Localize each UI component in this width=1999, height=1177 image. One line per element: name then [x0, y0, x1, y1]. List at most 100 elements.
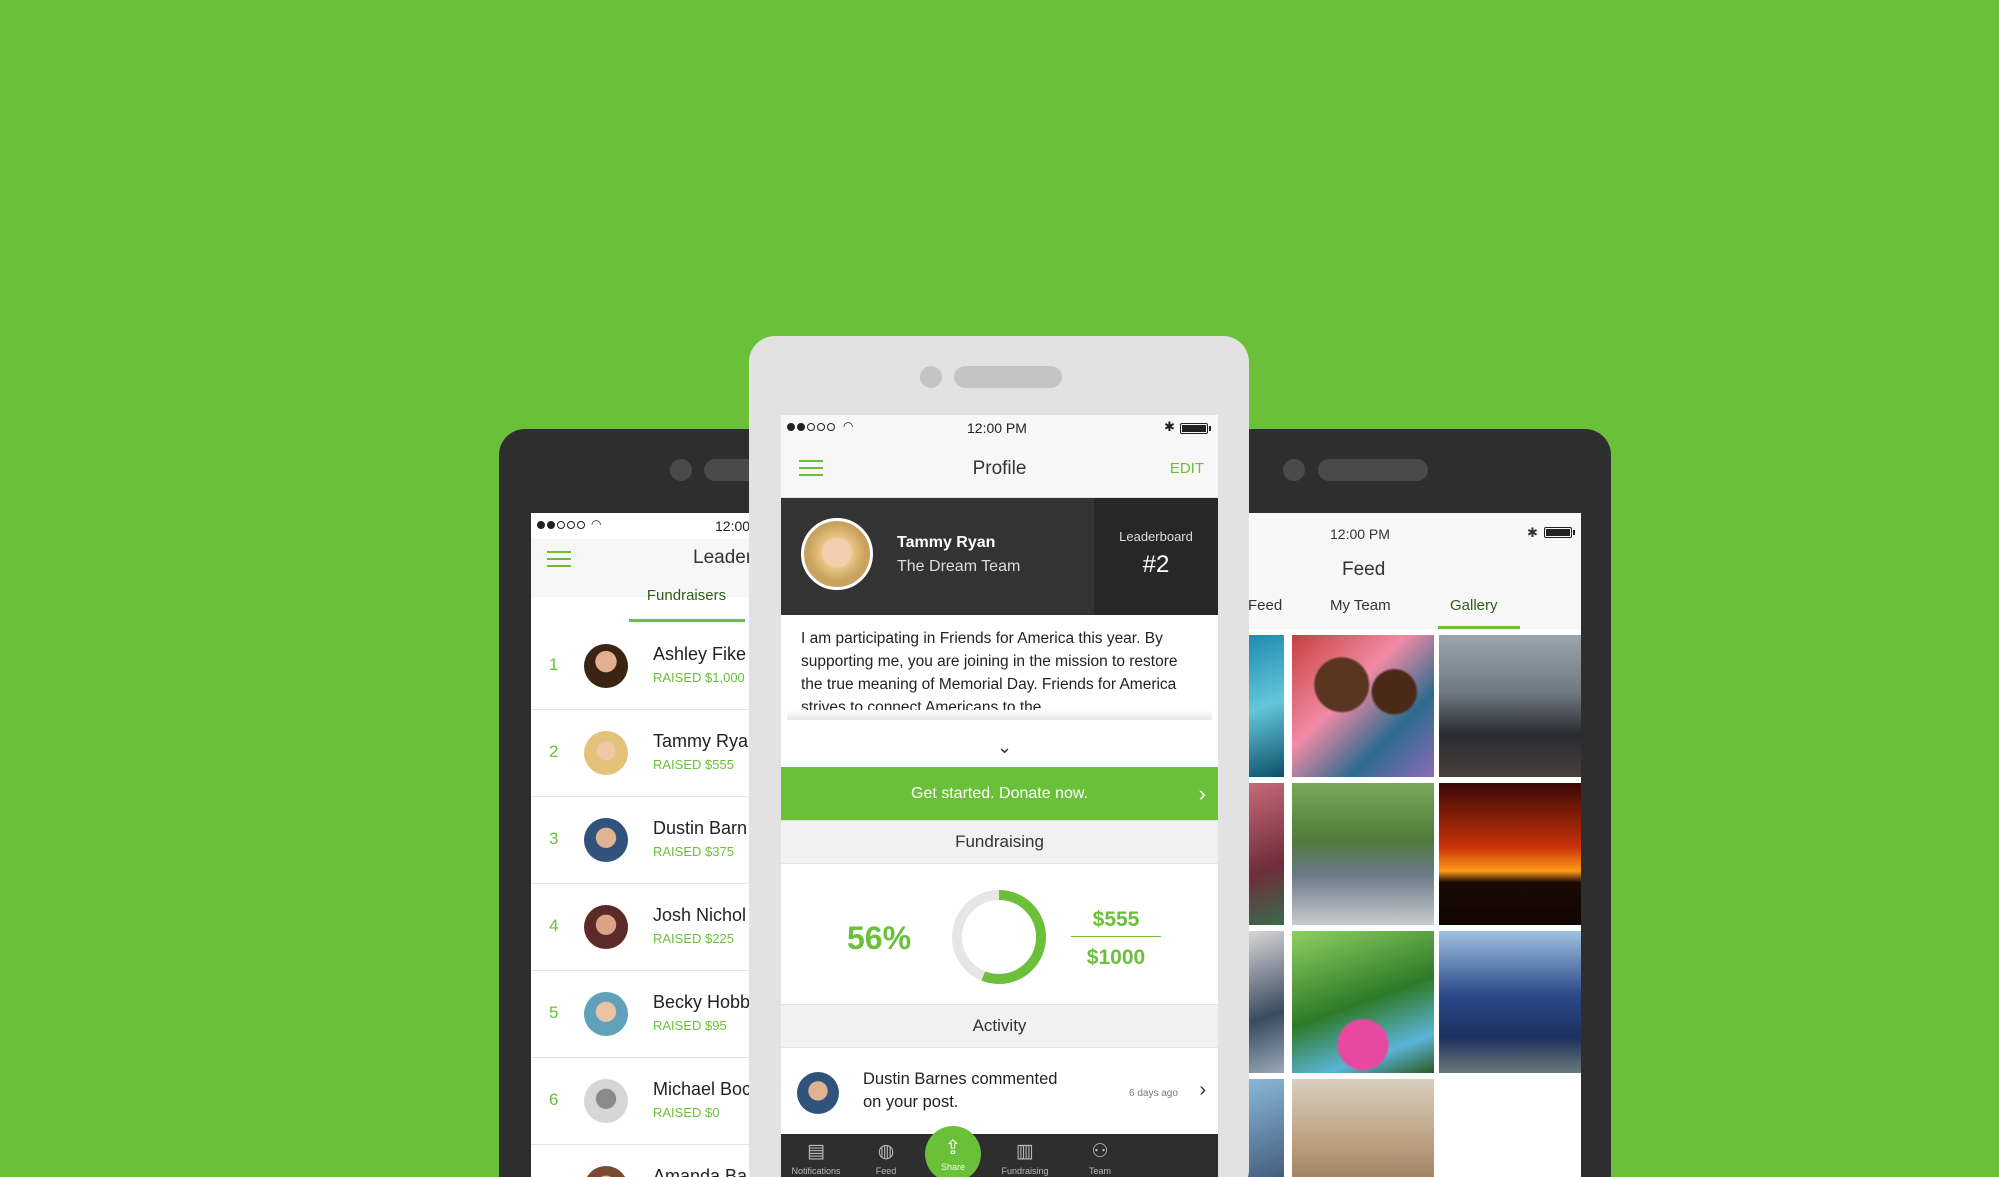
battery-icon [1180, 423, 1211, 434]
speaker [954, 366, 1062, 388]
menu-icon[interactable] [547, 551, 571, 569]
tab-label: Fundraising [1001, 1166, 1049, 1176]
rank: 5 [549, 1003, 559, 1022]
wifi-icon: ◠ [843, 419, 854, 433]
speaker [1318, 459, 1428, 481]
bluetooth-icon: ✱ [1527, 525, 1538, 540]
raised-amount: RAISED $375 [653, 844, 734, 859]
fundraiser-name: Josh Nichol [653, 905, 747, 925]
donate-button[interactable]: Get started. Donate now. › [781, 767, 1218, 820]
rank: 6 [549, 1090, 559, 1109]
tab-team[interactable]: ⚇ Team [1065, 1141, 1135, 1177]
rank: 2 [549, 742, 559, 761]
status-time: 12:00 PM [1330, 526, 1390, 542]
chevron-down-icon[interactable]: ⌄ [997, 737, 1012, 758]
avatar [584, 992, 628, 1036]
gallery-photo[interactable] [1292, 1079, 1434, 1177]
progress-percent: 56% [847, 920, 912, 956]
avatar [584, 644, 628, 688]
tab-gallery[interactable]: Gallery [1450, 597, 1498, 614]
tab-label: Feed [875, 1166, 897, 1176]
profile-name: Tammy Ryan [897, 534, 996, 551]
gallery-photo[interactable] [1246, 1079, 1284, 1177]
goal-amount: $1000 [1086, 946, 1146, 969]
fundraiser-name: Ashley Fike [653, 644, 747, 664]
profile-team[interactable]: The Dream Team [897, 558, 1020, 576]
gallery-photo[interactable] [1246, 931, 1284, 1073]
rank: 1 [549, 655, 559, 674]
signal-icon [537, 521, 585, 529]
gallery-photo[interactable] [1292, 783, 1434, 925]
page-title: Feed [1342, 559, 1386, 580]
tab-bar: ▤ Notifications ◍ Feed ⇪ Share ▥ Fundrai… [781, 1126, 1218, 1177]
raised-amount: RAISED $225 [653, 931, 734, 946]
rank: 4 [549, 916, 559, 935]
camera [920, 366, 942, 388]
profile-header: Tammy Ryan The Dream Team Leaderboard #2 [781, 498, 1218, 615]
chevron-right-icon: › [1198, 781, 1206, 806]
gallery-photo[interactable] [1439, 931, 1581, 1073]
fundraiser-name: Dustin Barn [653, 818, 748, 838]
leaderboard-label: Leaderboard [1119, 529, 1193, 544]
rank: 3 [549, 829, 559, 848]
tab-feed[interactable]: ◍ Feed [851, 1141, 921, 1177]
tab-label: Team [1088, 1166, 1111, 1176]
raised-amount: RAISED $0 [653, 1105, 720, 1120]
avatar [584, 818, 628, 862]
avatar [584, 1166, 628, 1177]
wifi-icon: ◠ [591, 517, 602, 531]
gallery-photo[interactable] [1292, 635, 1434, 777]
globe-icon: ◍ [877, 1141, 895, 1162]
tab-label: Share [940, 1162, 966, 1172]
page-title: Leader [693, 547, 753, 568]
list-icon: ▤ [807, 1141, 825, 1162]
tab-my-team[interactable]: My Team [1330, 597, 1391, 614]
gallery-photo[interactable] [1439, 635, 1581, 777]
navigation-bar: Profile EDIT [781, 441, 1218, 498]
bio-fade [787, 710, 1212, 720]
bio-text: I am participating in Friends for Americ… [801, 630, 1178, 716]
section-activity: Activity [781, 1004, 1218, 1048]
team-icon: ⚇ [1091, 1141, 1109, 1162]
tab-fundraisers[interactable]: Fundraisers [629, 587, 744, 617]
raised-amount: RAISED $95 [653, 1018, 727, 1033]
avatar [584, 905, 628, 949]
gallery-photo[interactable] [1439, 783, 1581, 925]
gallery-photo[interactable] [1246, 635, 1284, 777]
chevron-right-icon: › [1199, 1079, 1206, 1101]
tab-notifications[interactable]: ▤ Notifications [781, 1141, 851, 1177]
gallery-photo[interactable] [1246, 783, 1284, 925]
donate-label: Get started. Donate now. [911, 785, 1088, 802]
tab-fundraising[interactable]: ▥ Fundraising [990, 1141, 1060, 1177]
tab-feed[interactable]: Feed [1248, 597, 1282, 614]
bar-chart-icon: ▥ [1016, 1141, 1034, 1162]
signal-icon [787, 423, 835, 431]
avatar [797, 1072, 839, 1114]
bluetooth-icon: ✱ [1164, 419, 1175, 434]
status-bar: ◠ 12:00 PM ✱ [781, 415, 1218, 441]
activity-text: Dustin Barnes commented on your post. [863, 1070, 1058, 1111]
tab-indicator [629, 619, 745, 622]
profile-phone: ◠ 12:00 PM ✱ Profile EDIT Tammy Ryan The… [749, 336, 1249, 1177]
page-title: Profile [972, 458, 1027, 479]
leaderboard-rank-box[interactable]: Leaderboard #2 [1094, 498, 1218, 615]
progress-donut [952, 890, 1046, 984]
gallery-photo[interactable] [1292, 931, 1434, 1073]
tab-share[interactable]: ⇪ Share [925, 1126, 981, 1177]
activity-time: 6 days ago [1129, 1088, 1178, 1099]
fundraiser-name: Tammy Rya [653, 731, 749, 751]
camera [670, 459, 692, 481]
section-fundraising: Fundraising [781, 820, 1218, 864]
avatar[interactable] [801, 518, 873, 590]
raised-amount: RAISED $555 [653, 757, 734, 772]
fundraiser-name: Becky Hobb [653, 992, 751, 1012]
share-icon: ⇪ [944, 1137, 962, 1159]
battery-icon [1544, 527, 1575, 538]
camera [1283, 459, 1305, 481]
fundraiser-name: Amanda Ba [653, 1166, 748, 1177]
edit-button[interactable]: EDIT [1170, 460, 1204, 477]
raised-amount: RAISED $1,000 [653, 670, 745, 685]
avatar [584, 1079, 628, 1123]
profile-screen: ◠ 12:00 PM ✱ Profile EDIT Tammy Ryan The… [781, 415, 1218, 1177]
raised-amount: $555 [1092, 908, 1140, 931]
